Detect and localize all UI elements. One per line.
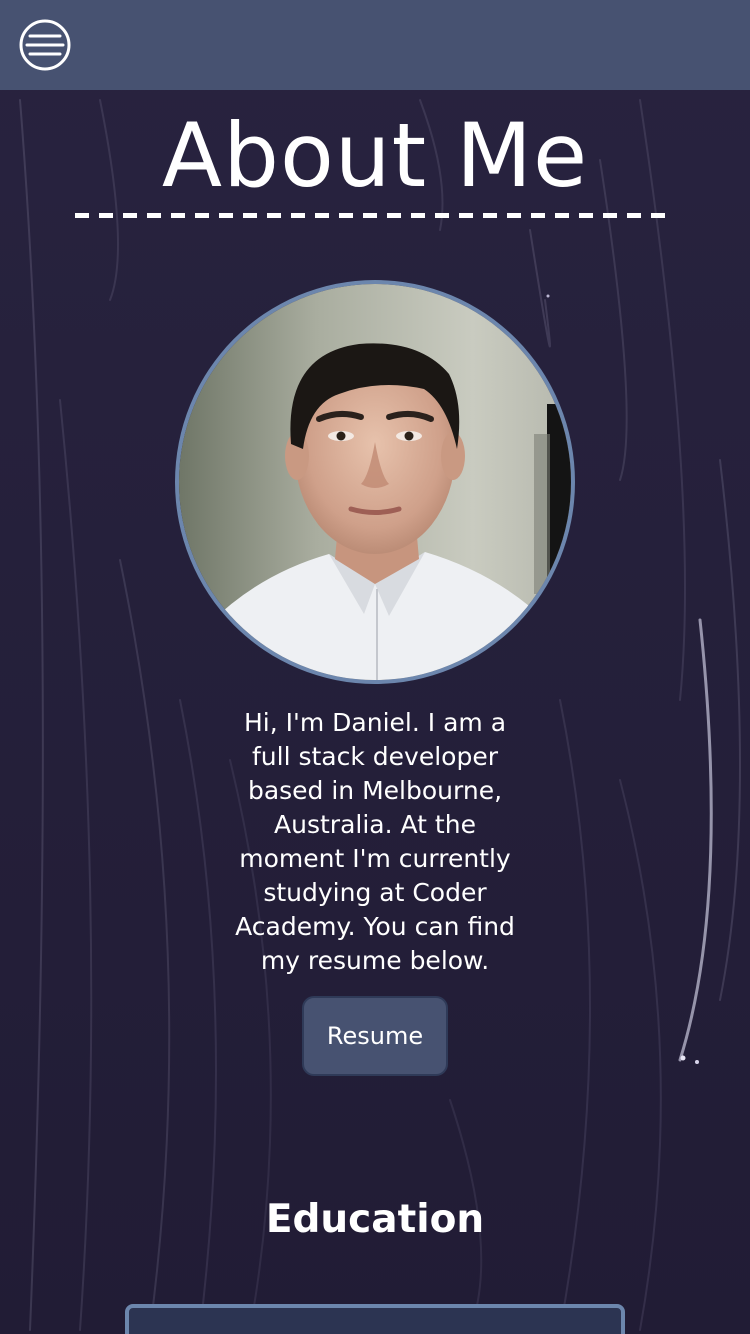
education-card bbox=[125, 1304, 625, 1334]
hamburger-menu-button[interactable] bbox=[19, 19, 71, 71]
top-navigation-bar bbox=[0, 0, 750, 90]
bio-text: Hi, I'm Daniel. I am a full stack develo… bbox=[235, 708, 515, 975]
education-heading: Education bbox=[265, 1197, 485, 1242]
hamburger-menu-icon bbox=[19, 19, 71, 71]
resume-button[interactable]: Resume bbox=[302, 996, 448, 1076]
page-title: About Me bbox=[161, 104, 589, 207]
profile-photo bbox=[175, 280, 575, 684]
title-dashed-underline bbox=[75, 213, 675, 218]
profile-portrait-image bbox=[179, 284, 571, 680]
